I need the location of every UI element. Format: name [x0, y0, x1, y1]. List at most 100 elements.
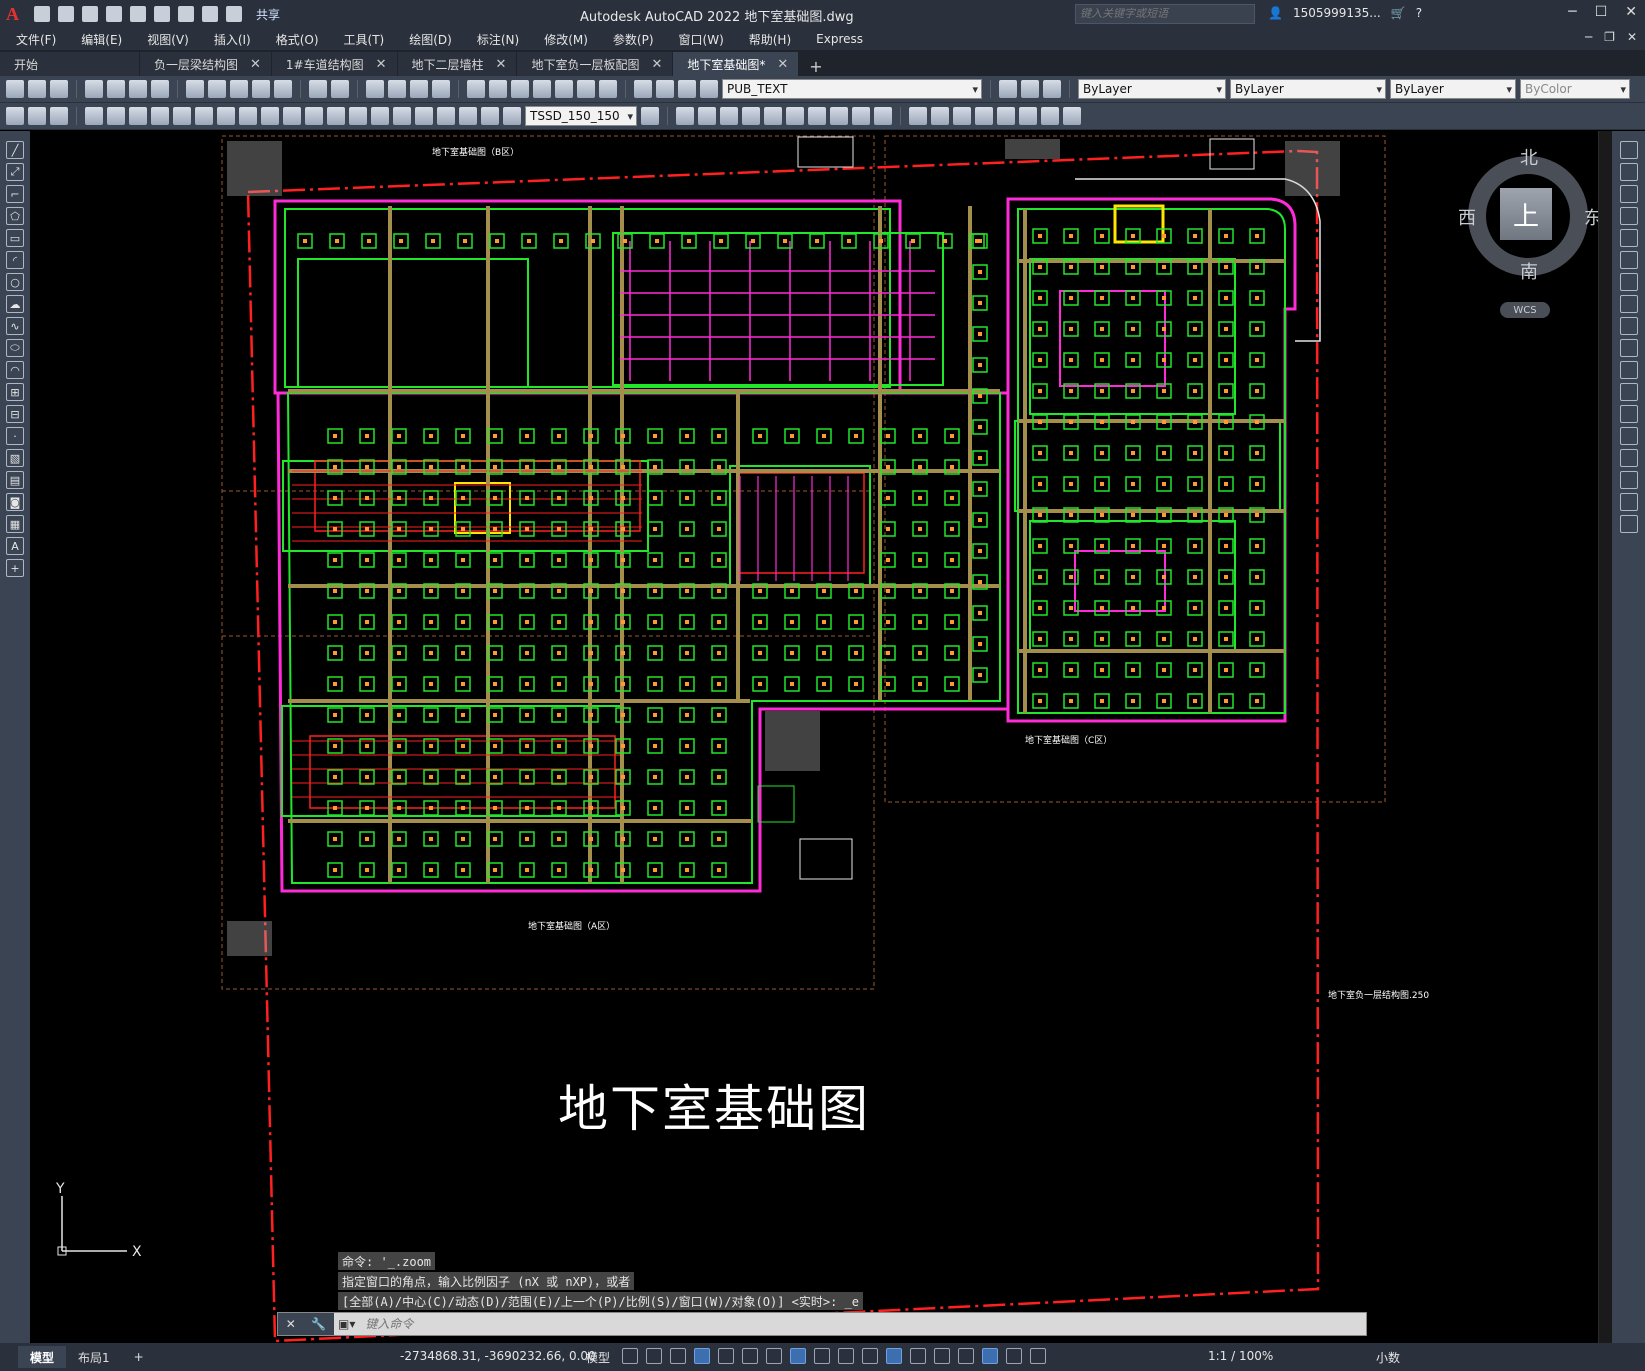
array-icon[interactable] — [1619, 229, 1638, 247]
dim-update-icon[interactable] — [503, 107, 521, 125]
auto-scale-icon[interactable] — [1006, 1348, 1022, 1364]
command-line[interactable]: ✕ 🔧 ▣▾ — [277, 1312, 1367, 1336]
save-as-icon[interactable] — [106, 6, 122, 22]
revcloud-icon[interactable]: ☁ — [6, 295, 24, 313]
new-tab-icon[interactable]: + — [799, 57, 832, 76]
lineweight-icon[interactable] — [814, 1348, 830, 1364]
transparency-icon[interactable] — [838, 1348, 854, 1364]
blend-icon[interactable] — [1619, 493, 1638, 511]
tool-1-icon[interactable] — [6, 107, 24, 125]
circle-icon[interactable]: ○ — [6, 273, 24, 291]
aligned-dim-icon[interactable] — [107, 107, 125, 125]
ucs-4-icon[interactable] — [975, 107, 993, 125]
inspect-icon[interactable] — [415, 107, 433, 125]
extend-icon[interactable] — [1619, 361, 1638, 379]
drawing-canvas[interactable]: 地下室基础图（B区） 地下室基础图（C区） 地下室基础图（A区） 地下室负一层结… — [30, 131, 1598, 1343]
spline-icon[interactable]: ∿ — [6, 317, 24, 335]
move-icon[interactable] — [1619, 251, 1638, 269]
close-tab-icon[interactable]: ✕ — [651, 57, 662, 72]
calculator-icon[interactable] — [577, 80, 595, 98]
redo-icon[interactable] — [226, 6, 242, 22]
polar-icon[interactable] — [718, 1348, 734, 1364]
close-tab-icon[interactable]: ✕ — [376, 57, 387, 72]
match-icon[interactable] — [252, 80, 270, 98]
menu-item-9[interactable]: 参数(P) — [613, 31, 654, 48]
bulb-icon[interactable] — [656, 80, 674, 98]
menu-item-10[interactable]: 窗口(W) — [679, 31, 724, 48]
share-button[interactable]: 共享 — [256, 6, 280, 23]
mirror-icon[interactable] — [1619, 185, 1638, 203]
radius-dim-icon[interactable] — [173, 107, 191, 125]
copy-icon[interactable] — [208, 80, 226, 98]
view-10-icon[interactable] — [874, 107, 892, 125]
ucs-6-icon[interactable] — [1019, 107, 1037, 125]
baseline-dim-icon[interactable] — [283, 107, 301, 125]
units-readout[interactable]: 小数 — [1376, 1349, 1400, 1366]
view-1-icon[interactable] — [676, 107, 694, 125]
menu-item-2[interactable]: 视图(V) — [147, 31, 189, 48]
rectangle-icon[interactable]: ▭ — [6, 229, 24, 247]
cart-icon[interactable]: 🛒 — [1391, 6, 1406, 20]
polygon-icon[interactable]: ⬠ — [6, 207, 24, 225]
dim-style-combo[interactable]: TSSD_150_150 — [525, 106, 637, 126]
open-file-icon[interactable] — [58, 6, 74, 22]
tool-3-icon[interactable] — [50, 107, 68, 125]
command-input[interactable] — [359, 1313, 1366, 1335]
compass-south[interactable]: 南 — [1520, 258, 1538, 284]
save-icon[interactable] — [82, 6, 98, 22]
add-selected-icon[interactable]: + — [6, 559, 24, 577]
line-icon[interactable]: ╱ — [6, 141, 24, 159]
plot-icon[interactable] — [85, 80, 103, 98]
file-tab-4[interactable]: 地下室负一层板配图 ✕ — [517, 52, 674, 76]
isodraft-icon[interactable] — [742, 1348, 758, 1364]
menu-item-5[interactable]: 工具(T) — [344, 31, 385, 48]
quick-dim-icon[interactable] — [261, 107, 279, 125]
dim-text-edit-icon[interactable] — [481, 107, 499, 125]
close-tab-icon[interactable]: ✕ — [250, 57, 261, 72]
tool-palette-icon[interactable] — [511, 80, 529, 98]
view-9-icon[interactable] — [852, 107, 870, 125]
view-8-icon[interactable] — [830, 107, 848, 125]
ucs-1-icon[interactable] — [909, 107, 927, 125]
break-icon[interactable] — [1619, 405, 1638, 423]
layer-iso-icon[interactable] — [1021, 80, 1039, 98]
menu-item-8[interactable]: 修改(M) — [544, 31, 588, 48]
plot-icon[interactable] — [178, 6, 194, 22]
ucs-7-icon[interactable] — [1041, 107, 1059, 125]
cut-icon[interactable] — [186, 80, 204, 98]
vertical-scrollbar[interactable] — [1598, 131, 1612, 1343]
insert-block-icon[interactable]: ⊞ — [6, 383, 24, 401]
continue-dim-icon[interactable] — [305, 107, 323, 125]
dynamic-ucs-icon[interactable] — [910, 1348, 926, 1364]
layer-combo[interactable]: PUB_TEXT — [722, 79, 982, 99]
dim-style-icon[interactable] — [641, 107, 659, 125]
close-icon[interactable]: ✕ — [1625, 4, 1637, 20]
open-icon[interactable] — [28, 80, 46, 98]
ordinate-dim-icon[interactable] — [151, 107, 169, 125]
polyline-icon[interactable]: ⌐ — [6, 185, 24, 203]
dim-space-icon[interactable] — [327, 107, 345, 125]
hatch-icon[interactable]: ▧ — [6, 449, 24, 467]
command-prompt-icon[interactable]: ▣▾ — [334, 1317, 359, 1331]
annotation-scale-icon[interactable] — [1030, 1348, 1046, 1364]
doc-minimize-icon[interactable]: ─ — [1585, 30, 1592, 44]
ucs-2-icon[interactable] — [931, 107, 949, 125]
file-tab-5[interactable]: 地下室基础图* ✕ — [673, 52, 800, 76]
selection-cycling-icon[interactable] — [862, 1348, 878, 1364]
jogged-linear-icon[interactable] — [437, 107, 455, 125]
ucs-8-icon[interactable] — [1063, 107, 1081, 125]
web-icon[interactable] — [151, 80, 169, 98]
ucs-3-icon[interactable] — [953, 107, 971, 125]
search-input[interactable] — [1075, 4, 1255, 24]
menu-item-3[interactable]: 插入(I) — [214, 31, 251, 48]
gradient-icon[interactable]: ▤ — [6, 471, 24, 489]
make-block-icon[interactable]: ⊟ — [6, 405, 24, 423]
sun-icon[interactable] — [678, 80, 696, 98]
doc-restore-icon[interactable]: ❐ — [1604, 30, 1615, 44]
new-file-icon[interactable] — [34, 6, 50, 22]
layout-tab-0[interactable]: 模型 — [18, 1346, 67, 1368]
erase-icon[interactable] — [1619, 141, 1638, 159]
menu-item-7[interactable]: 标注(N) — [477, 31, 519, 48]
view-7-icon[interactable] — [808, 107, 826, 125]
snap-icon[interactable] — [646, 1348, 662, 1364]
